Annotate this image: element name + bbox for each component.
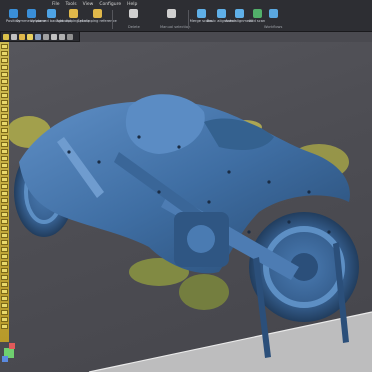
clipping-reference-icon — [92, 9, 102, 18]
ribbon-toolbar: File Tools View Configure Help Position … — [0, 0, 372, 32]
tool-extra9-icon[interactable] — [1, 289, 8, 294]
menu-file[interactable]: File — [52, 2, 60, 7]
symmetry-icon — [26, 9, 36, 18]
tool-measure-icon[interactable] — [1, 72, 8, 77]
manual-selection-group-label: Manual selection — [160, 25, 191, 29]
tool-help-icon[interactable] — [1, 226, 8, 231]
tool-plane-icon[interactable] — [1, 107, 8, 112]
tool-extra7-icon[interactable] — [1, 275, 8, 280]
tool-rotate-icon[interactable] — [1, 51, 8, 56]
tool-extra6-icon[interactable] — [1, 268, 8, 273]
tool-point-icon[interactable] — [1, 114, 8, 119]
delete-icon — [128, 9, 138, 18]
tool-undo-icon[interactable] — [1, 205, 8, 210]
tool-extra-icon[interactable] — [1, 233, 8, 238]
tool-extra4-icon[interactable] — [1, 254, 8, 259]
auto-alignment-icon — [234, 9, 244, 18]
tool-redo-icon[interactable] — [1, 212, 8, 217]
tool-color-icon[interactable] — [1, 170, 8, 175]
basic-alignment-icon — [216, 9, 226, 18]
tool-cone-icon[interactable] — [1, 149, 8, 154]
menu-bar: File Tools View Configure Help — [52, 0, 137, 8]
set-clipping-label: Set clipping reference — [77, 19, 117, 23]
top-view-icon[interactable] — [19, 33, 25, 40]
tool-extra5-icon[interactable] — [1, 261, 8, 266]
selection-icon — [166, 9, 176, 18]
tool-zoom-icon[interactable] — [1, 65, 8, 70]
tool-extra10-icon[interactable] — [1, 296, 8, 301]
tool-extra13-icon[interactable] — [1, 317, 8, 322]
tool-export-icon[interactable] — [1, 191, 8, 196]
engine-cover — [187, 225, 215, 253]
tool-settings-icon[interactable] — [1, 219, 8, 224]
tool-text-icon[interactable] — [1, 156, 8, 161]
grid-icon[interactable] — [43, 33, 49, 40]
tool-extra3-icon[interactable] — [1, 247, 8, 252]
front-view-icon[interactable] — [11, 33, 17, 40]
tool-extra14-icon[interactable] — [1, 324, 8, 329]
3d-viewport[interactable] — [9, 42, 372, 372]
tool-line-icon[interactable] — [1, 121, 8, 126]
position-icon — [8, 9, 18, 18]
clipping-plane-icon — [68, 9, 78, 18]
menu-configure[interactable]: Configure — [99, 2, 121, 7]
set-clipping-reference-button[interactable]: Set clipping reference — [77, 9, 117, 30]
view-toolbar — [0, 31, 80, 42]
tool-extra12-icon[interactable] — [1, 310, 8, 315]
menu-tools[interactable]: Tools — [66, 2, 77, 7]
tool-pan-icon[interactable] — [1, 58, 8, 63]
background-icon — [46, 9, 56, 18]
tool-select-icon[interactable] — [1, 44, 8, 49]
tool-extra2-icon[interactable] — [1, 240, 8, 245]
ribbon-separator — [112, 10, 113, 29]
tool-lasso-icon[interactable] — [1, 79, 8, 84]
tool-extra11-icon[interactable] — [1, 303, 8, 308]
tool-fill-icon[interactable] — [1, 100, 8, 105]
camera-icon[interactable] — [51, 33, 57, 40]
tool-erase-icon[interactable] — [1, 93, 8, 98]
tool-extra8-icon[interactable] — [1, 282, 8, 287]
tool-info-icon[interactable] — [1, 184, 8, 189]
axis-gizmo[interactable] — [1, 340, 21, 364]
x-axis-cube — [9, 343, 15, 349]
tool-box-icon[interactable] — [1, 128, 8, 133]
tool-brush-icon[interactable] — [1, 86, 8, 91]
menu-view[interactable]: View — [83, 2, 94, 7]
delete-group-label: Delete — [128, 25, 140, 29]
fit-view-icon[interactable] — [59, 33, 65, 40]
workflows-group-label: Workflows — [264, 25, 283, 29]
scan-model-canvas — [9, 94, 372, 372]
z-axis-cube — [2, 356, 8, 362]
tool-snap-icon[interactable] — [1, 163, 8, 168]
workflow-icon — [268, 9, 278, 18]
tool-sphere-icon[interactable] — [1, 135, 8, 140]
cube-view-icon[interactable] — [3, 33, 9, 40]
add-scan-icon — [252, 9, 262, 18]
render-icon[interactable] — [35, 33, 41, 40]
tool-layer-icon[interactable] — [1, 177, 8, 182]
tool-cylinder-icon[interactable] — [1, 142, 8, 147]
more-icon[interactable] — [67, 33, 73, 40]
merge-icon — [196, 9, 206, 18]
light-icon[interactable] — [27, 33, 33, 40]
tool-import-icon[interactable] — [1, 198, 8, 203]
menu-help[interactable]: Help — [127, 2, 137, 7]
